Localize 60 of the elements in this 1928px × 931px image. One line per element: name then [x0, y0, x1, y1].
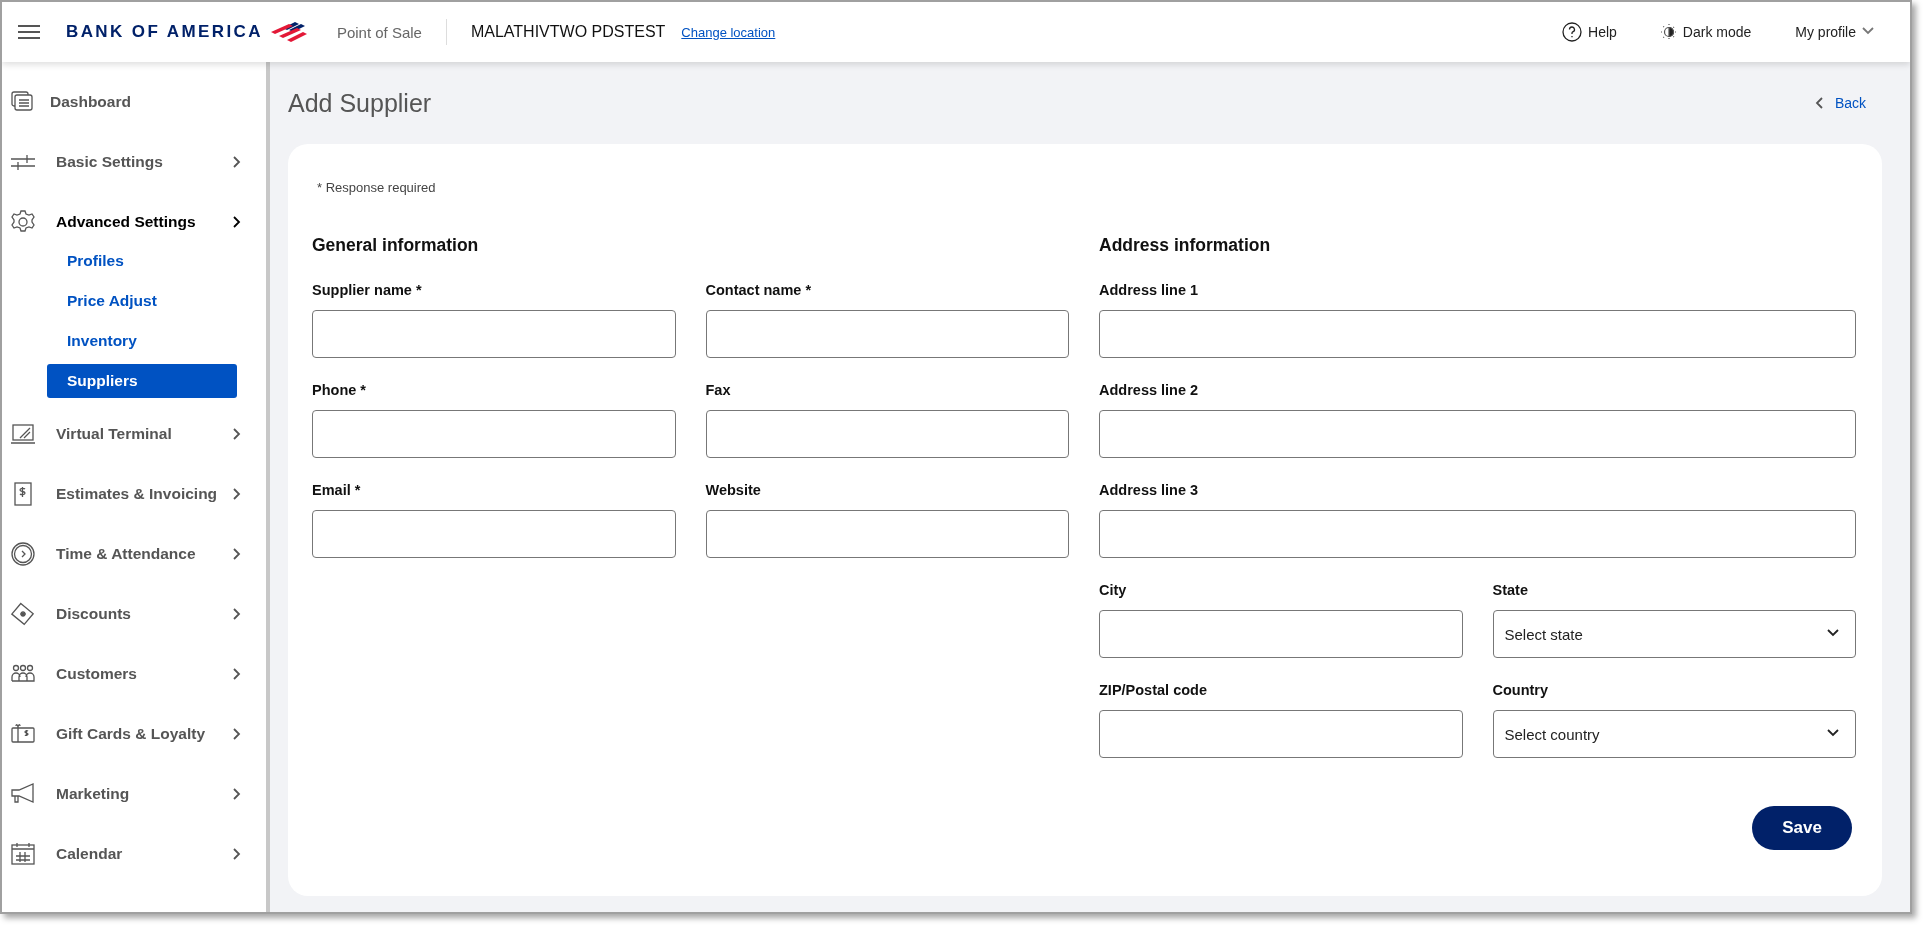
- text-field[interactable]: [705, 310, 1069, 358]
- sidebar-item[interactable]: Estimates & Invoicing: [2, 464, 266, 524]
- field-label: Contact name *: [705, 282, 813, 298]
- field-label: ZIP/Postal code: [1099, 682, 1208, 698]
- field-label: City: [1099, 582, 1128, 598]
- back-link[interactable]: Back: [1814, 95, 1866, 111]
- text-field[interactable]: [1099, 610, 1463, 658]
- location-name: MALATHIVTWO PDSTEST: [470, 23, 666, 41]
- laptop-icon: [10, 421, 36, 447]
- sidebar-item[interactable]: Discounts: [2, 584, 266, 644]
- dark-mode-button[interactable]: Dark mode: [1660, 24, 1752, 40]
- help-icon: [1562, 22, 1583, 42]
- field-label: Email *: [312, 482, 362, 498]
- brand-logo-text: BANK OF AMERICA: [66, 22, 263, 42]
- dropdown-field[interactable]: Select country: [1492, 710, 1856, 758]
- save-button[interactable]: Save: [1752, 806, 1852, 850]
- field-label: State: [1492, 582, 1529, 598]
- text-field[interactable]: [312, 410, 676, 458]
- text-field[interactable]: [1099, 310, 1856, 358]
- settings-icon: [10, 209, 36, 235]
- text-field[interactable]: [1099, 510, 1856, 558]
- sidebar-item[interactable]: Time & Attendance: [2, 524, 266, 584]
- sidebar-item[interactable]: Marketing: [2, 764, 266, 824]
- field-label: Fax: [705, 382, 732, 398]
- text-field[interactable]: [705, 410, 1069, 458]
- product-name: Point of Sale: [336, 23, 422, 41]
- submenu-item[interactable]: Price Adjust: [47, 284, 237, 318]
- field-label: Address line 1: [1099, 282, 1200, 298]
- field-label: Supplier name *: [312, 282, 423, 298]
- text-field[interactable]: [312, 510, 676, 558]
- submenu-item[interactable]: Suppliers: [47, 364, 237, 398]
- text-field[interactable]: [1099, 710, 1463, 758]
- section-heading: Address information: [1099, 235, 1272, 256]
- sidebar-item[interactable]: Basic Settings: [2, 132, 266, 192]
- half-sun-icon: [1660, 24, 1677, 40]
- sidebar-item[interactable]: Dashboard: [2, 72, 266, 132]
- sidebar-item[interactable]: Virtual Terminal: [2, 404, 266, 464]
- field-label: Address line 2: [1099, 382, 1200, 398]
- help-button[interactable]: Help: [1562, 22, 1617, 42]
- sidebar-item[interactable]: Customers: [2, 644, 266, 704]
- submenu-item[interactable]: Inventory: [47, 324, 237, 358]
- clock-icon: [10, 541, 36, 567]
- sidebar-item[interactable]: Gift Cards & Loyalty: [2, 704, 266, 764]
- profile-menu-button[interactable]: My profile: [1795, 24, 1874, 40]
- section-heading: General information: [312, 235, 480, 256]
- field-label: Country: [1492, 682, 1550, 698]
- text-field[interactable]: [1099, 410, 1856, 458]
- text-field[interactable]: [312, 310, 676, 358]
- calendar-icon: [10, 841, 36, 867]
- page-title: Add Supplier: [288, 88, 432, 118]
- field-label: Address line 3: [1099, 482, 1200, 498]
- tag-icon: [10, 601, 36, 627]
- menu-button[interactable]: [16, 22, 42, 42]
- sidebar-item[interactable]: Calendar: [2, 824, 266, 884]
- dropdown-field[interactable]: Select state: [1492, 610, 1856, 658]
- field-label: Website: [705, 482, 762, 498]
- field-label: Phone *: [312, 382, 367, 398]
- change-location-link[interactable]: Change location: [681, 24, 776, 40]
- text-field[interactable]: [705, 510, 1069, 558]
- required-note: * Response required: [317, 180, 437, 195]
